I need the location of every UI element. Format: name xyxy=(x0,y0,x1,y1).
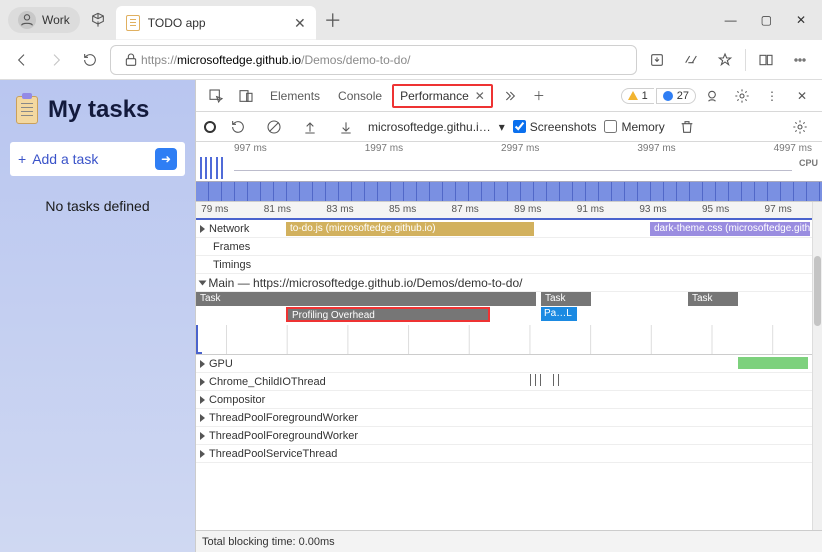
tab-performance[interactable]: Performance ✕ xyxy=(392,84,493,108)
tab-performance-label: Performance xyxy=(400,89,469,103)
upload-icon[interactable] xyxy=(296,113,324,141)
threadpool-service-row[interactable]: ThreadPoolServiceThread xyxy=(196,445,822,463)
record-button[interactable] xyxy=(204,121,216,133)
favorite-icon[interactable] xyxy=(711,46,739,74)
warnings-badge[interactable]: 1 xyxy=(621,88,654,104)
close-icon[interactable]: ✕ xyxy=(294,15,306,32)
timings-row[interactable]: Timings xyxy=(196,256,822,274)
devtools-panel: Elements Console Performance ✕ ＋ 1 27 ⋮ … xyxy=(195,80,822,552)
add-tab-icon[interactable]: ＋ xyxy=(525,82,553,110)
back-icon[interactable] xyxy=(8,46,36,74)
threadpool-row[interactable]: ThreadPoolForegroundWorker xyxy=(196,409,822,427)
profile-label: Work xyxy=(42,13,70,27)
task-block[interactable]: Task xyxy=(688,292,738,306)
compositor-row[interactable]: Compositor xyxy=(196,391,822,409)
page-title: My tasks xyxy=(48,96,149,124)
close-icon[interactable]: ✕ xyxy=(475,89,485,103)
chevron-down-icon[interactable]: ▾ xyxy=(499,120,505,134)
maximize-icon[interactable]: ▢ xyxy=(761,13,772,27)
reload-record-icon[interactable] xyxy=(224,113,252,141)
page-header: My tasks xyxy=(16,96,185,124)
warning-icon xyxy=(628,91,638,100)
minimize-icon[interactable]: — xyxy=(725,13,737,27)
perf-settings-icon[interactable] xyxy=(786,113,814,141)
submit-task-button[interactable]: ➜ xyxy=(155,148,177,170)
new-tab-button[interactable]: ＋ xyxy=(324,7,342,33)
window-controls: — ▢ ✕ xyxy=(717,13,814,27)
screenshots-checkbox[interactable]: Screenshots xyxy=(513,120,597,134)
inspect-icon[interactable] xyxy=(202,82,230,110)
gpu-row[interactable]: GPU xyxy=(196,355,822,373)
clipboard-icon xyxy=(16,96,38,124)
read-aloud-icon[interactable] xyxy=(677,46,705,74)
feedback-icon[interactable] xyxy=(698,82,726,110)
address-bar-row: https://microsoftedge.github.io/Demos/de… xyxy=(0,40,822,80)
gpu-block[interactable] xyxy=(738,357,808,369)
collections-icon[interactable] xyxy=(752,46,780,74)
threadpool-row[interactable]: ThreadPoolForegroundWorker xyxy=(196,427,822,445)
trash-icon[interactable] xyxy=(673,113,701,141)
avatar xyxy=(18,11,36,29)
childio-row[interactable]: Chrome_ChildIOThread xyxy=(196,373,822,391)
overflow-icon[interactable] xyxy=(495,82,523,110)
more-icon[interactable] xyxy=(786,46,814,74)
separator xyxy=(745,49,746,71)
memory-checkbox[interactable]: Memory xyxy=(604,120,664,134)
task-track: Task Task Task xyxy=(196,292,822,307)
time-ruler[interactable]: 79 ms 81 ms 83 ms 85 ms 87 ms 89 ms 91 m… xyxy=(196,202,822,220)
profiling-overhead-block[interactable]: Profiling Overhead xyxy=(286,307,490,322)
address-bar[interactable]: https://microsoftedge.github.io/Demos/de… xyxy=(110,45,637,75)
tab-console[interactable]: Console xyxy=(330,85,390,107)
plus-icon: + xyxy=(18,151,26,167)
download-icon[interactable] xyxy=(332,113,360,141)
workspaces-icon[interactable] xyxy=(88,10,108,30)
tab-title: TODO app xyxy=(148,16,206,30)
close-window-icon[interactable]: ✕ xyxy=(796,13,806,27)
browser-tab[interactable]: TODO app ✕ xyxy=(116,6,316,40)
perf-toolbar: microsoftedge.githu.i… ▾ Screenshots Mem… xyxy=(196,112,822,142)
network-bar[interactable]: dark-theme.css (microsoftedge.githu... xyxy=(650,222,810,236)
devtools-tabstrip: Elements Console Performance ✕ ＋ 1 27 ⋮ … xyxy=(196,80,822,112)
close-devtools-icon[interactable]: ✕ xyxy=(788,82,816,110)
task-block[interactable]: Task xyxy=(541,292,591,306)
add-task-input[interactable]: + Add a task ➜ xyxy=(10,142,185,176)
url-path: /Demos/demo-to-do/ xyxy=(301,53,410,67)
timeline-overview[interactable]: 997 ms 1997 ms 2997 ms 3997 ms 4997 ms C… xyxy=(196,142,822,202)
info-icon xyxy=(663,91,673,101)
scrollbar[interactable] xyxy=(812,202,822,530)
add-task-label: Add a task xyxy=(32,151,98,167)
kebab-icon[interactable]: ⋮ xyxy=(758,82,786,110)
app-install-icon[interactable] xyxy=(643,46,671,74)
network-bar[interactable]: to-do.js (microsoftedge.github.io) xyxy=(286,222,534,236)
lock-icon[interactable] xyxy=(121,46,141,74)
subtask-track: Profiling Overhead Pa…L xyxy=(196,307,822,325)
forward-icon xyxy=(42,46,70,74)
main-thread-header[interactable]: Main — https://microsoftedge.github.io/D… xyxy=(196,274,822,292)
url-scheme: https:// xyxy=(141,53,177,67)
flame-chart[interactable]: 79 ms 81 ms 83 ms 85 ms 87 ms 89 ms 91 m… xyxy=(196,202,822,530)
page-content: My tasks + Add a task ➜ No tasks defined xyxy=(0,80,195,552)
frames-row[interactable]: Frames xyxy=(196,238,822,256)
url-host: microsoftedge.github.io xyxy=(177,53,301,67)
tab-elements[interactable]: Elements xyxy=(262,85,328,107)
info-badge[interactable]: 27 xyxy=(656,88,696,104)
status-bar: Total blocking time: 0.00ms xyxy=(196,530,822,552)
parse-block[interactable]: Pa…L xyxy=(541,307,577,321)
browser-titlebar: Work TODO app ✕ ＋ — ▢ ✕ xyxy=(0,0,822,40)
task-block[interactable]: Task xyxy=(196,292,536,306)
grid-area xyxy=(196,325,822,355)
refresh-icon[interactable] xyxy=(76,46,104,74)
network-row[interactable]: Network to-do.js (microsoftedge.github.i… xyxy=(196,220,822,238)
clear-icon[interactable] xyxy=(260,113,288,141)
tab-favicon xyxy=(126,15,140,31)
profile-pill[interactable]: Work xyxy=(8,7,80,33)
device-icon[interactable] xyxy=(232,82,260,110)
target-dropdown[interactable]: microsoftedge.githu.i… xyxy=(368,120,491,134)
settings-icon[interactable] xyxy=(728,82,756,110)
no-tasks-text: No tasks defined xyxy=(10,198,185,214)
